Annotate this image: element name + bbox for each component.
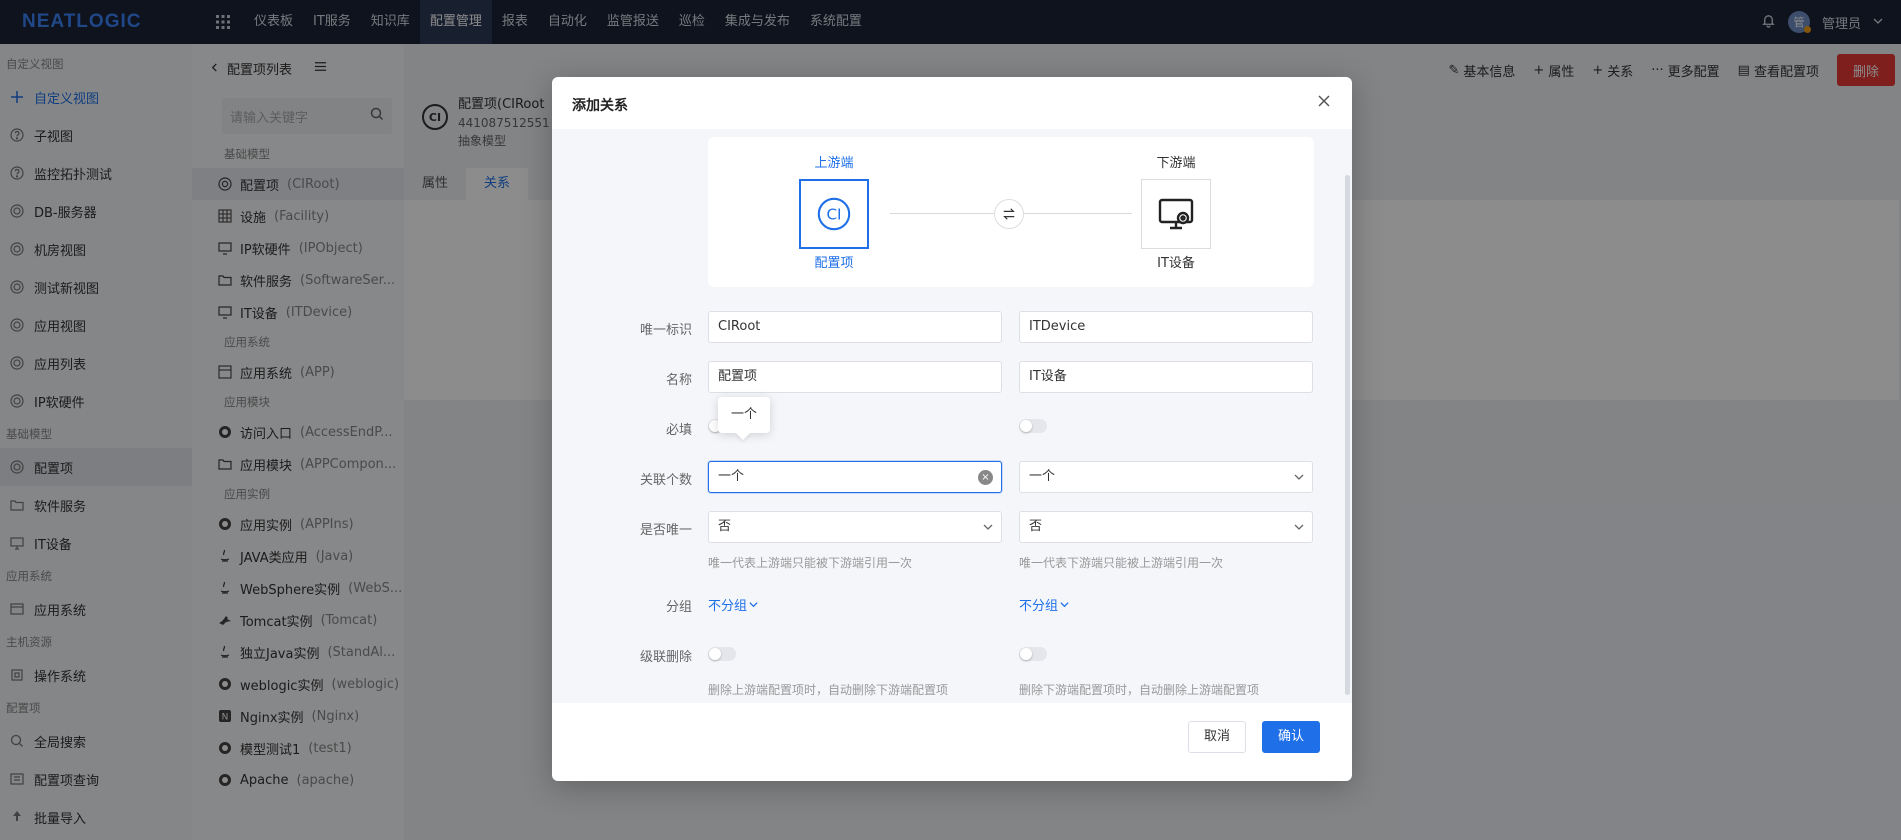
name-label: 名称 <box>665 373 692 388</box>
downstream-unique-id-input[interactable]: ITDevice <box>1019 311 1313 343</box>
downstream-node: 下游端 IT设备 <box>1106 155 1246 273</box>
upstream-cascade-hint: 删除上游端配置项时，自动删除下游端配置项 <box>708 683 949 697</box>
cancel-button[interactable]: 取消 <box>1188 721 1247 753</box>
swap-icon[interactable] <box>994 199 1024 229</box>
add-relation-dialog: 添加关系 上游端 CI 配置项 下游端 IT设备 唯一标识 CIRoot ITD… <box>552 77 1352 781</box>
required-label: 必填 <box>665 423 692 438</box>
upstream-name-input[interactable]: 配置项 <box>708 361 1002 393</box>
group-label: 分组 <box>665 600 692 615</box>
downstream-unique-hint: 唯一代表下游端只能被上游端引用一次 <box>1019 556 1224 570</box>
downstream-name-input[interactable]: IT设备 <box>1019 361 1313 393</box>
chevron-down-icon <box>1060 602 1069 608</box>
dialog-title: 添加关系 <box>572 98 628 114</box>
upstream-count-value: 一个 <box>718 469 745 484</box>
upstream-unique-select[interactable]: 否 <box>708 511 1002 543</box>
upstream-count-select[interactable]: 一个 × <box>708 461 1002 493</box>
it-device-icon[interactable] <box>1141 179 1211 249</box>
dialog-body: 上游端 CI 配置项 下游端 IT设备 唯一标识 CIRoot ITDevice… <box>552 129 1352 703</box>
upstream-label: 上游端 <box>814 156 854 171</box>
upstream-group-value: 不分组 <box>708 599 748 614</box>
upstream-cascade-toggle[interactable] <box>708 647 736 661</box>
downstream-cascade-toggle[interactable] <box>1019 647 1047 661</box>
count-label: 关联个数 <box>639 473 692 488</box>
downstream-label: 下游端 <box>1156 156 1196 171</box>
is-unique-label: 是否唯一 <box>639 523 692 538</box>
downstream-unique-value: 否 <box>1029 519 1043 534</box>
chevron-down-icon <box>749 602 758 608</box>
upstream-group-dropdown[interactable]: 不分组 <box>708 595 758 614</box>
chevron-down-icon <box>1294 474 1304 480</box>
chevron-down-icon <box>1294 524 1304 530</box>
downstream-count-value: 一个 <box>1029 469 1056 484</box>
downstream-required-toggle[interactable] <box>1019 419 1047 433</box>
downstream-group-dropdown[interactable]: 不分组 <box>1019 595 1069 614</box>
relation-diagram: 上游端 CI 配置项 下游端 IT设备 <box>708 137 1314 287</box>
confirm-button[interactable]: 确认 <box>1262 721 1321 753</box>
downstream-group-value: 不分组 <box>1019 599 1059 614</box>
upstream-unique-value: 否 <box>718 519 732 534</box>
upstream-name: 配置项 <box>814 256 854 271</box>
downstream-unique-select[interactable]: 否 <box>1019 511 1313 543</box>
cascade-delete-label: 级联删除 <box>639 650 692 665</box>
downstream-count-select[interactable]: 一个 <box>1019 461 1313 493</box>
upstream-unique-id-input[interactable]: CIRoot <box>708 311 1002 343</box>
svg-text:CI: CI <box>826 206 841 224</box>
downstream-name: IT设备 <box>1157 256 1195 271</box>
downstream-cascade-hint: 删除下游端配置项时，自动删除上游端配置项 <box>1019 683 1260 697</box>
clear-icon[interactable]: × <box>978 470 993 485</box>
upstream-node: 上游端 CI 配置项 <box>764 155 904 273</box>
chevron-down-icon <box>983 524 993 530</box>
upstream-unique-hint: 唯一代表上游端只能被下游端引用一次 <box>708 556 913 570</box>
unique-id-label: 唯一标识 <box>639 323 692 338</box>
close-icon[interactable] <box>1316 93 1334 111</box>
dialog-footer: 取消 确认 <box>552 703 1352 781</box>
ci-root-icon[interactable]: CI <box>799 179 869 249</box>
count-tooltip: 一个 <box>718 397 770 433</box>
dialog-scrollbar[interactable] <box>1345 175 1350 695</box>
